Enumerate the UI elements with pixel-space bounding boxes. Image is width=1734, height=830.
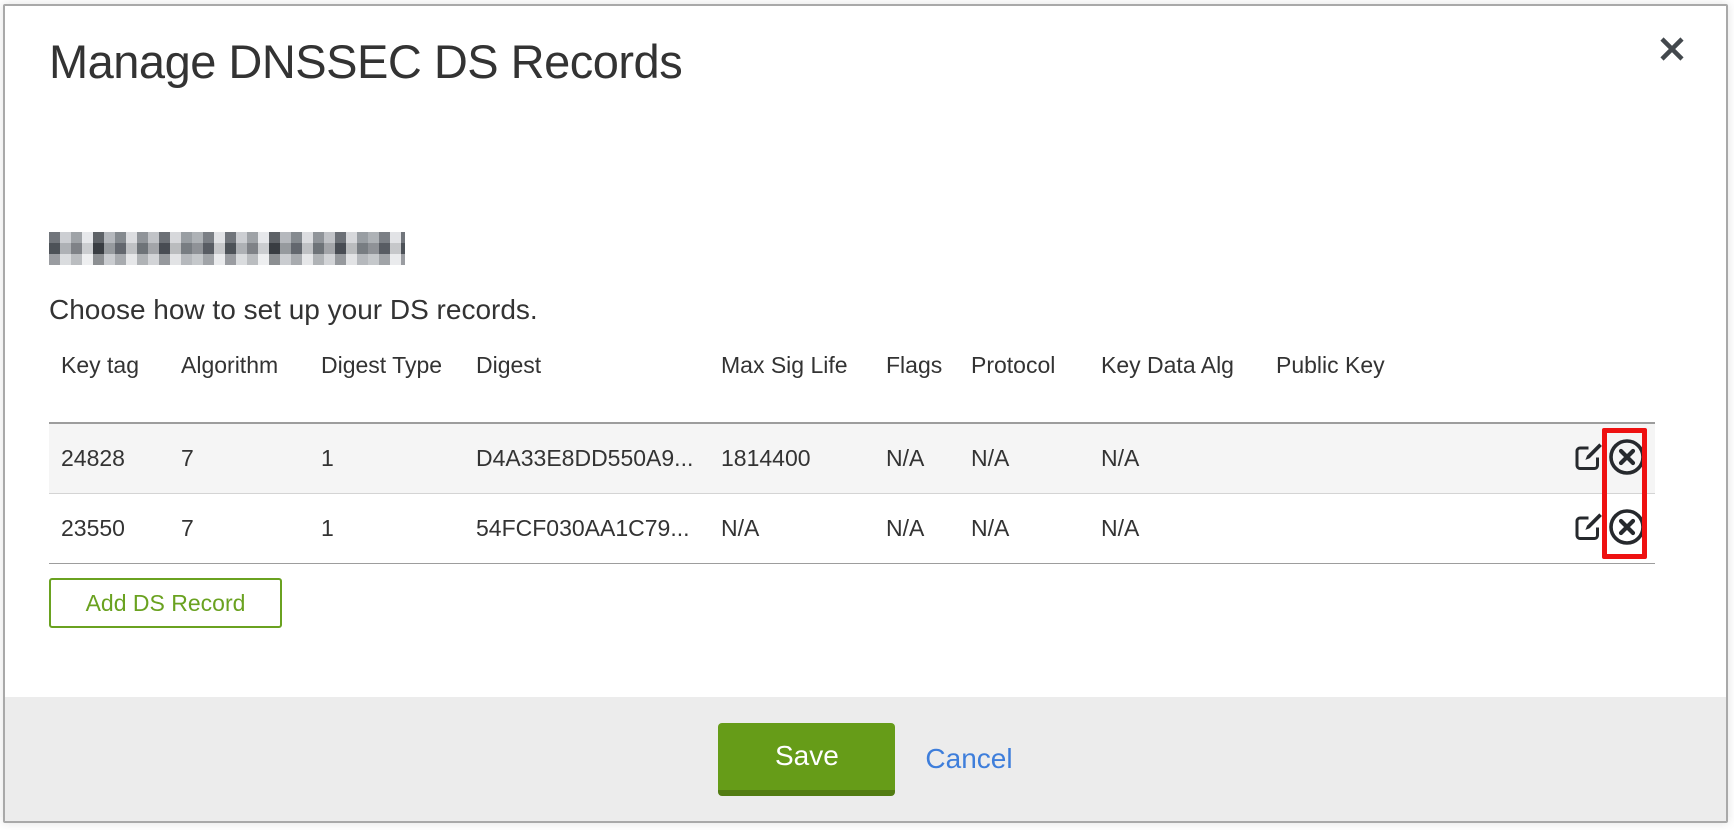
column-header-key-data-alg: Key Data Alg	[1089, 340, 1264, 423]
delete-record-button[interactable]	[1607, 507, 1647, 550]
cell-key-tag: 23550	[49, 493, 169, 563]
ds-records-table-wrap: Key tag Algorithm Digest Type Digest Max…	[49, 340, 1655, 564]
cell-digest: D4A33E8DD550A9...	[464, 423, 709, 493]
instruction-text: Choose how to set up your DS records.	[49, 294, 538, 326]
cell-max-sig-life: 1814400	[709, 423, 874, 493]
column-header-protocol: Protocol	[959, 340, 1089, 423]
cell-flags: N/A	[874, 423, 959, 493]
column-header-digest: Digest	[464, 340, 709, 423]
cell-key-data-alg: N/A	[1089, 493, 1264, 563]
cell-flags: N/A	[874, 493, 959, 563]
column-header-actions	[1558, 340, 1655, 423]
column-header-algorithm: Algorithm	[169, 340, 309, 423]
circle-x-delete-icon	[1607, 437, 1647, 480]
close-button[interactable]	[1652, 30, 1692, 70]
table-row: 24828 7 1 D4A33E8DD550A9... 1814400 N/A …	[49, 423, 1655, 493]
page-title: Manage DNSSEC DS Records	[49, 34, 682, 89]
manage-dnssec-dialog: Manage DNSSEC DS Records Choose how to s…	[3, 4, 1728, 823]
cancel-link[interactable]: Cancel	[925, 743, 1012, 775]
cell-algorithm: 7	[169, 423, 309, 493]
cell-key-tag: 24828	[49, 423, 169, 493]
cell-actions	[1558, 493, 1655, 563]
edit-pencil-icon	[1571, 510, 1605, 547]
edit-pencil-icon	[1571, 440, 1605, 477]
table-header-row: Key tag Algorithm Digest Type Digest Max…	[49, 340, 1655, 423]
table-row: 23550 7 1 54FCF030AA1C79... N/A N/A N/A …	[49, 493, 1655, 563]
delete-record-button[interactable]	[1607, 437, 1647, 480]
ds-records-table: Key tag Algorithm Digest Type Digest Max…	[49, 340, 1655, 564]
close-icon	[1657, 34, 1687, 67]
column-header-digest-type: Digest Type	[309, 340, 464, 423]
circle-x-delete-icon	[1607, 507, 1647, 550]
cell-protocol: N/A	[959, 423, 1089, 493]
cell-key-data-alg: N/A	[1089, 423, 1264, 493]
column-header-public-key: Public Key	[1264, 340, 1558, 423]
cell-public-key	[1264, 423, 1558, 493]
column-header-flags: Flags	[874, 340, 959, 423]
edit-record-button[interactable]	[1571, 440, 1605, 477]
cell-max-sig-life: N/A	[709, 493, 874, 563]
cell-actions	[1558, 423, 1655, 493]
cell-digest: 54FCF030AA1C79...	[464, 493, 709, 563]
dialog-footer: Save Cancel	[5, 697, 1726, 821]
column-header-max-sig-life: Max Sig Life	[709, 340, 874, 423]
screenshot-stage: Manage DNSSEC DS Records Choose how to s…	[0, 0, 1734, 830]
add-ds-record-button[interactable]: Add DS Record	[49, 578, 282, 628]
cell-digest-type: 1	[309, 493, 464, 563]
edit-record-button[interactable]	[1571, 510, 1605, 547]
cell-public-key	[1264, 493, 1558, 563]
cell-protocol: N/A	[959, 493, 1089, 563]
cell-algorithm: 7	[169, 493, 309, 563]
column-header-key-tag: Key tag	[49, 340, 169, 423]
cell-digest-type: 1	[309, 423, 464, 493]
domain-name-redacted	[49, 232, 405, 265]
save-button[interactable]: Save	[718, 723, 895, 796]
